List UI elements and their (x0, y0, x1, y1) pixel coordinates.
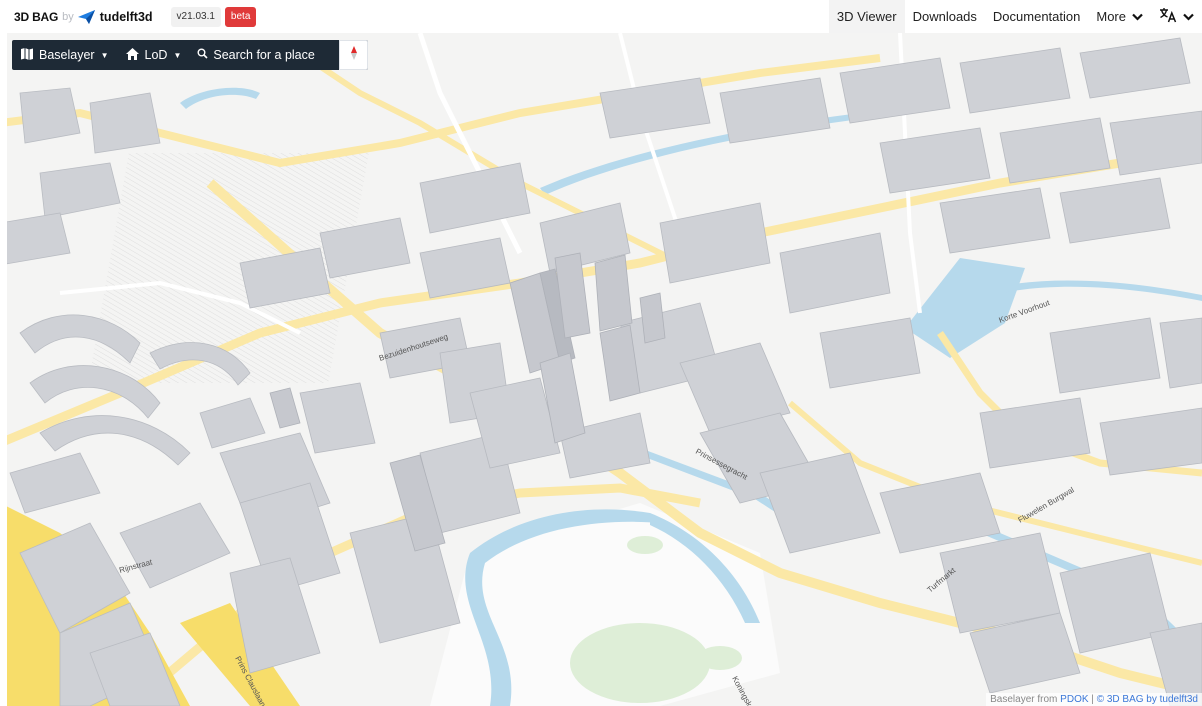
language-selector[interactable] (1151, 0, 1202, 33)
brand-org: tudelft3d (99, 9, 153, 24)
translate-icon (1159, 7, 1177, 26)
lod-label: LoD (144, 48, 168, 62)
caret-down-icon: ▼ (100, 50, 109, 60)
attribution-prefix: Baselayer from (990, 694, 1058, 705)
home-icon (125, 47, 145, 64)
nav-more-label: More (1096, 9, 1126, 24)
chevron-down-icon (1132, 9, 1143, 24)
version-badge: v21.03.1 (170, 6, 221, 27)
compass-icon (349, 45, 359, 66)
nav-3d-viewer[interactable]: 3D Viewer (828, 0, 905, 33)
paper-plane-icon (77, 9, 96, 25)
park-area (698, 646, 742, 670)
map-toolbar: Baselayer ▼ LoD ▼ (12, 40, 369, 70)
park-area (627, 536, 663, 554)
3dbag-link[interactable]: © 3D BAG by tudelft3d (1097, 694, 1198, 705)
map-left-edge (0, 33, 7, 706)
nav-documentation[interactable]: Documentation (985, 0, 1088, 33)
brand-name: 3D BAG (14, 9, 59, 24)
chevron-down-icon (1183, 9, 1194, 24)
top-navbar: 3D BAG by tudelft3d v21.03.1 beta 3D Vie… (0, 0, 1202, 33)
park-area (570, 623, 710, 703)
lod-dropdown[interactable]: LoD ▼ (117, 40, 190, 70)
search-icon (197, 46, 208, 64)
baselayer-label: Baselayer (39, 48, 95, 62)
map-viewer[interactable]: Prins Clauslaan Koningskade Bezuidenhout… (0, 33, 1202, 706)
nav-downloads[interactable]: Downloads (905, 0, 985, 33)
search-input[interactable] (213, 48, 332, 62)
attribution-separator: | (1091, 694, 1094, 705)
brand-by: by (62, 10, 74, 23)
baselayer-dropdown[interactable]: Baselayer ▼ (12, 40, 117, 70)
beta-badge: beta (224, 6, 257, 27)
caret-down-icon: ▼ (173, 50, 182, 60)
nav-menu: 3D Viewer Downloads Documentation More (828, 0, 1202, 33)
brand[interactable]: 3D BAG by tudelft3d v21.03.1 beta (0, 0, 257, 33)
map-attribution: Baselayer from PDOK | © 3D BAG by tudelf… (986, 693, 1202, 706)
compass-button[interactable] (339, 40, 369, 70)
map-icon (20, 47, 39, 64)
place-search[interactable] (189, 40, 339, 70)
map-scene[interactable]: Prins Clauslaan Koningskade Bezuidenhout… (0, 33, 1202, 706)
nav-more[interactable]: More (1088, 0, 1151, 33)
pdok-link[interactable]: PDOK (1060, 694, 1088, 705)
